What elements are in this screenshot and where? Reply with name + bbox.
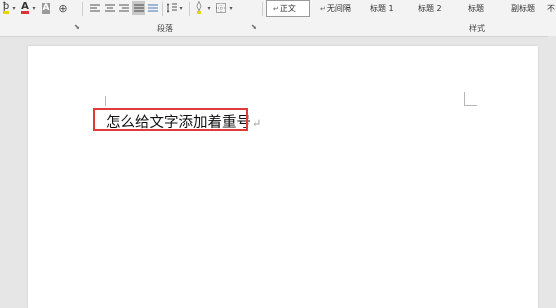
character-shading-button[interactable]: A	[40, 1, 52, 15]
shading-dropdown[interactable]: ▾	[206, 1, 212, 15]
align-right-icon	[119, 4, 129, 11]
highlighter-icon: ꝥ	[2, 1, 10, 14]
line-spacing-button[interactable]	[166, 1, 178, 15]
distributed-icon	[148, 4, 158, 11]
font-color-dropdown[interactable]: ▾	[31, 1, 37, 15]
style-heading-2-label: 标题 2	[418, 4, 442, 13]
ribbon-group-labels: ⬊ 段落 ⬊ 样式	[0, 20, 556, 34]
style-title-label: 标题	[468, 4, 484, 13]
paint-bucket-icon: ◊	[196, 1, 202, 14]
style-subtitle-label: 副标题	[511, 4, 535, 13]
border-icon	[216, 3, 226, 13]
styles-group-label: 样式	[469, 24, 485, 33]
right-margin-strip	[548, 36, 556, 308]
justify-button[interactable]	[132, 1, 145, 15]
separator	[262, 2, 263, 16]
character-shading-icon: A	[41, 2, 51, 14]
font-color-icon: A	[21, 1, 29, 14]
style-subtitle[interactable]: 副标题	[511, 0, 541, 17]
line-spacing-icon	[167, 3, 177, 13]
style-normal-label: 正文	[279, 4, 296, 13]
style-heading-1-label: 标题 1	[370, 4, 394, 13]
justify-icon	[133, 4, 144, 11]
separator	[162, 2, 163, 16]
annotation-highlight-box	[93, 108, 248, 131]
style-no-spacing[interactable]: ↵ 无间隔	[320, 0, 364, 17]
align-right-button[interactable]	[118, 1, 130, 15]
align-center-icon	[105, 4, 115, 11]
align-center-button[interactable]	[104, 1, 116, 15]
margin-corner-top-left	[105, 96, 106, 106]
font-dialog-launcher-icon[interactable]: ⬊	[74, 23, 80, 31]
align-left-icon	[90, 4, 100, 11]
paragraph-mark-icon: ↵	[320, 4, 326, 13]
highlight-dropdown[interactable]: ▾	[11, 1, 17, 15]
paragraph-group-label: 段落	[157, 24, 173, 33]
borders-button[interactable]	[215, 1, 227, 15]
shading-button[interactable]: ◊	[193, 1, 205, 15]
style-more-label: 不	[547, 4, 555, 13]
style-heading-2[interactable]: 标题 2	[418, 0, 458, 17]
font-color-button[interactable]: A	[19, 1, 31, 15]
paragraph-dialog-launcher-icon[interactable]: ⬊	[251, 23, 257, 31]
style-no-spacing-label: 无间隔	[326, 4, 351, 13]
separator	[82, 2, 83, 16]
paragraph-mark-icon: ↵	[252, 117, 262, 130]
style-heading-1[interactable]: 标题 1	[370, 0, 410, 17]
ribbon-toolbar-row: ꝥ ▾ A ▾ A ⊕ ▾ ◊ ▾ ▾ ↵ 正文 ↵ 无间隔 标题 1 标题 2…	[0, 0, 556, 17]
style-normal[interactable]: ↵ 正文	[266, 0, 310, 17]
style-more[interactable]: 不	[547, 0, 556, 17]
enclose-characters-icon: ⊕	[58, 1, 68, 15]
enclose-characters-button[interactable]: ⊕	[56, 1, 70, 15]
align-left-button[interactable]	[89, 1, 101, 15]
style-title[interactable]: 标题	[468, 0, 498, 17]
line-spacing-dropdown[interactable]: ▾	[178, 1, 184, 15]
paragraph-mark-icon: ↵	[273, 4, 279, 13]
document-page[interactable]	[28, 46, 538, 308]
separator	[189, 2, 190, 16]
borders-dropdown[interactable]: ▾	[228, 1, 234, 15]
distributed-button[interactable]	[147, 1, 159, 15]
ribbon: ꝥ ▾ A ▾ A ⊕ ▾ ◊ ▾ ▾ ↵ 正文 ↵ 无间隔 标题 1 标题 2…	[0, 0, 556, 37]
margin-corner-top-right	[464, 92, 477, 106]
